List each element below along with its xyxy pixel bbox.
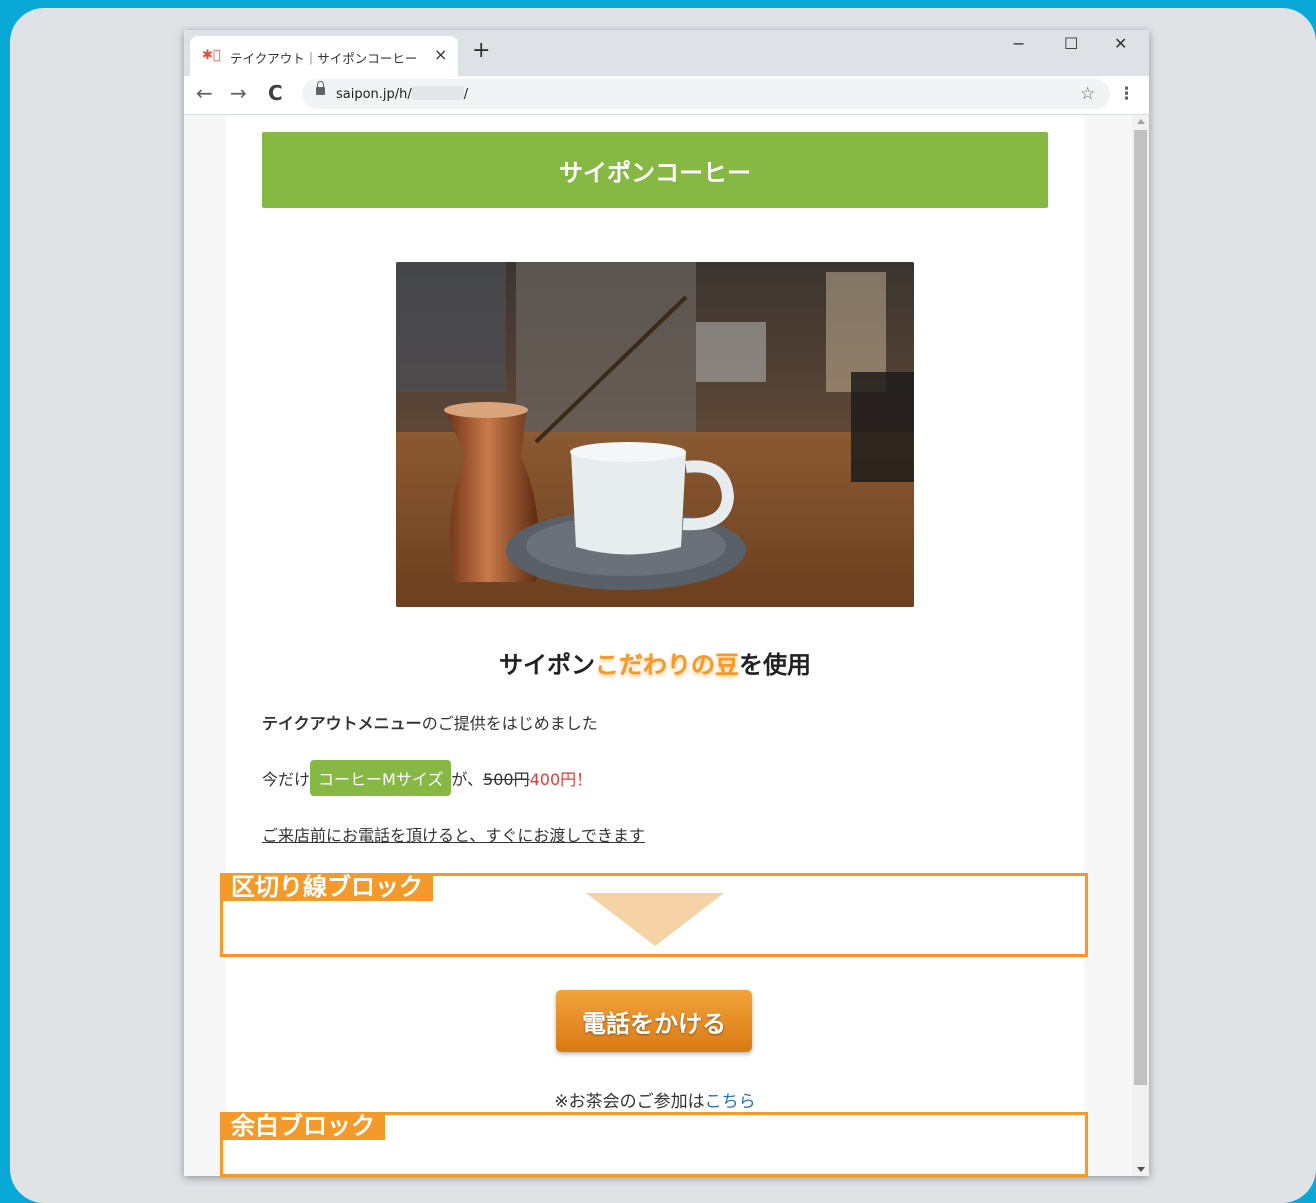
call-button[interactable]: 電話をかける bbox=[556, 990, 752, 1052]
divider-block-label: 区切り線ブロック bbox=[223, 874, 433, 901]
promo-prefix: 今だけ bbox=[262, 770, 311, 789]
bookmark-star-icon[interactable]: ☆ bbox=[1080, 84, 1095, 104]
page-content: サイポンコーヒー サイポンこだわりの豆を使用 テイクアウトメニューのご提供をはじ… bbox=[226, 115, 1084, 1176]
new-price: 400円！ bbox=[529, 770, 593, 789]
tab-bar: ✱ﾞ テイクアウト｜サイポンコーヒー × + − ☐ ✕ bbox=[184, 30, 1149, 76]
browser-window: ✱ﾞ テイクアウト｜サイポンコーヒー × + − ☐ ✕ ← → C saipo… bbox=[184, 30, 1149, 1176]
headline-accent: こだわりの豆 bbox=[595, 651, 739, 679]
browser-menu-icon[interactable]: ⋮ bbox=[1118, 84, 1135, 104]
vertical-scrollbar[interactable] bbox=[1132, 115, 1149, 1176]
call-notice-link[interactable]: ご来店前にお電話を頂けると、すぐにお渡しできます bbox=[262, 822, 645, 846]
browser-tab[interactable]: ✱ﾞ テイクアウト｜サイポンコーヒー × bbox=[190, 36, 458, 76]
promo-text: 今だけ コーヒーMサイズ が、500円400円！ bbox=[262, 760, 592, 796]
tea-party-link[interactable]: こちら bbox=[705, 1092, 756, 1112]
minimize-button[interactable]: − bbox=[1012, 34, 1025, 53]
maximize-button[interactable]: ☐ bbox=[1064, 34, 1078, 53]
headline: サイポンこだわりの豆を使用 bbox=[226, 645, 1084, 680]
intro-rest: のご提供をはじめました bbox=[421, 714, 598, 733]
close-window-button[interactable]: ✕ bbox=[1114, 34, 1127, 53]
spacer-block-label: 余白ブロック bbox=[223, 1113, 385, 1140]
headline-part: を使用 bbox=[739, 651, 811, 679]
intro-text: テイクアウトメニューのご提供をはじめました bbox=[262, 710, 598, 734]
coffee-photo bbox=[396, 262, 914, 607]
page-viewport: サイポンコーヒー サイポンこだわりの豆を使用 テイクアウトメニューのご提供をはじ… bbox=[184, 115, 1149, 1176]
scroll-down-icon[interactable] bbox=[1137, 1167, 1145, 1172]
address-bar[interactable]: saipon.jp/h// bbox=[302, 79, 1110, 109]
intro-bold: テイクアウトメニュー bbox=[262, 714, 422, 733]
url-redacted bbox=[411, 86, 464, 100]
site-favicon-icon: ✱ﾞ bbox=[202, 48, 221, 63]
old-price: 500円 bbox=[483, 770, 530, 789]
headline-part: サイポン bbox=[499, 651, 595, 679]
lock-icon bbox=[316, 81, 325, 95]
back-arrow-icon[interactable]: ← bbox=[196, 82, 213, 104]
note-text: ※お茶会のご参加は bbox=[554, 1092, 705, 1112]
product-badge: コーヒーMサイズ bbox=[310, 760, 452, 796]
promo-middle: が、 bbox=[451, 770, 484, 789]
new-tab-button[interactable]: + bbox=[472, 40, 490, 62]
tea-party-note: ※お茶会のご参加はこちら bbox=[226, 1087, 1084, 1112]
tab-close-icon[interactable]: × bbox=[434, 45, 447, 64]
url-text: saipon.jp/h// bbox=[336, 86, 469, 102]
scroll-thumb[interactable] bbox=[1134, 130, 1147, 1085]
browser-toolbar: ← → C saipon.jp/h// ☆ ⋮ bbox=[184, 76, 1149, 115]
scroll-up-icon[interactable] bbox=[1137, 119, 1145, 124]
reload-icon[interactable]: C bbox=[268, 82, 283, 104]
header-banner: サイポンコーヒー bbox=[262, 132, 1048, 208]
tab-title: テイクアウト｜サイポンコーヒー bbox=[230, 51, 418, 66]
forward-arrow-icon[interactable]: → bbox=[230, 82, 247, 104]
